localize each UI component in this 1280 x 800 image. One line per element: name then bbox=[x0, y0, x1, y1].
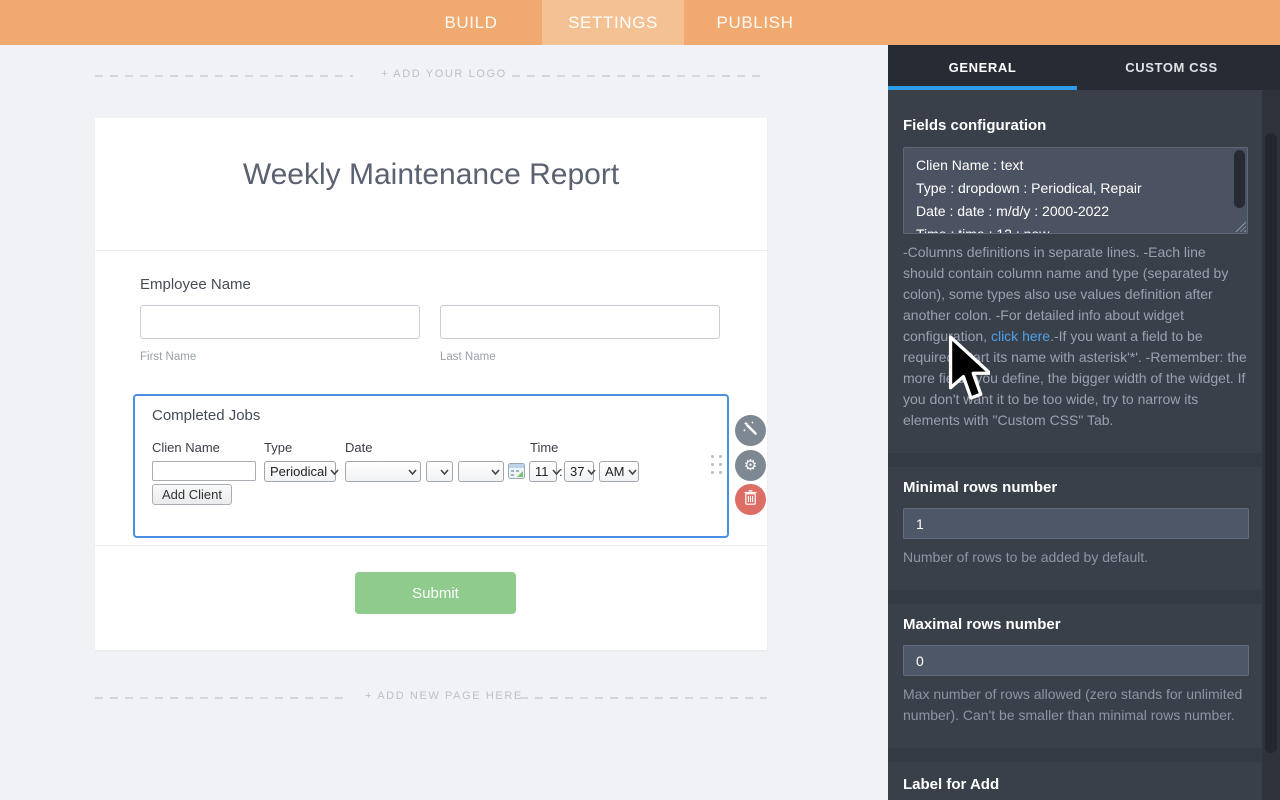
submit-button[interactable]: Submit bbox=[355, 572, 516, 614]
form-title[interactable]: Weekly Maintenance Report bbox=[95, 158, 767, 192]
tab-build[interactable]: BUILD bbox=[400, 0, 542, 45]
minimal-rows-heading: Minimal rows number bbox=[903, 479, 1250, 496]
top-tabs: BUILD SETTINGS PUBLISH bbox=[400, 0, 826, 45]
type-select[interactable]: Periodical bbox=[264, 461, 336, 482]
tab-general[interactable]: GENERAL bbox=[888, 45, 1077, 90]
column-label-type: Type bbox=[264, 440, 292, 455]
fields-configuration-textarea[interactable]: Clien Name : text Type : dropdown : Peri… bbox=[903, 147, 1248, 234]
maximal-rows-help: Max number of rows allowed (zero stands … bbox=[903, 684, 1250, 726]
date-month-select[interactable] bbox=[345, 461, 421, 482]
maximal-rows-section: Maximal rows number Max number of rows a… bbox=[888, 604, 1262, 748]
calendar-icon[interactable] bbox=[508, 463, 525, 479]
completed-jobs-widget[interactable]: Completed Jobs Clien Name Type Date Time… bbox=[133, 394, 729, 538]
tab-publish[interactable]: PUBLISH bbox=[684, 0, 826, 45]
first-name-sublabel: First Name bbox=[140, 351, 196, 363]
form-card: Weekly Maintenance Report Employee Name … bbox=[95, 118, 767, 650]
chevron-down-icon bbox=[330, 469, 339, 475]
add-new-page-button[interactable]: + ADD NEW PAGE HERE bbox=[0, 690, 888, 702]
panel-body: Fields configuration Clien Name : text T… bbox=[888, 90, 1262, 800]
time-ampm-value: AM bbox=[605, 464, 625, 479]
column-label-date: Date bbox=[345, 440, 372, 455]
trash-icon bbox=[744, 490, 757, 510]
add-logo-button[interactable]: + ADD YOUR LOGO bbox=[0, 68, 888, 80]
add-client-button[interactable]: Add Client bbox=[152, 484, 232, 505]
panel-scrollbar-thumb[interactable] bbox=[1265, 133, 1277, 753]
gear-icon: ⚙ bbox=[744, 458, 757, 473]
widget-settings-panel: GENERAL CUSTOM CSS Fields configuration … bbox=[888, 45, 1280, 800]
last-name-input[interactable] bbox=[440, 305, 720, 339]
time-minute-value: 37 bbox=[570, 464, 584, 479]
employee-name-label: Employee Name bbox=[140, 276, 251, 293]
minimal-rows-input[interactable] bbox=[903, 508, 1249, 539]
magic-wand-icon bbox=[742, 420, 759, 442]
time-hour-select[interactable]: 11 bbox=[529, 461, 557, 482]
textarea-scrollbar-thumb[interactable] bbox=[1234, 150, 1245, 208]
tab-custom-css[interactable]: CUSTOM CSS bbox=[1077, 45, 1266, 90]
type-select-value: Periodical bbox=[270, 464, 327, 479]
first-name-input[interactable] bbox=[140, 305, 420, 339]
click-here-link[interactable]: click here bbox=[991, 328, 1050, 344]
app-window: BUILD SETTINGS PUBLISH + ADD YOUR LOGO W… bbox=[0, 0, 1280, 800]
delete-widget-button[interactable] bbox=[735, 484, 766, 515]
column-label-client: Clien Name bbox=[152, 440, 220, 455]
fields-configuration-section: Fields configuration Clien Name : text T… bbox=[888, 90, 1262, 453]
time-ampm-select[interactable]: AM bbox=[599, 461, 639, 482]
chevron-down-icon bbox=[440, 469, 449, 475]
wand-button[interactable] bbox=[735, 415, 766, 446]
label-for-add-section: Label for Add bbox=[888, 762, 1262, 800]
form-canvas: + ADD YOUR LOGO Weekly Maintenance Repor… bbox=[0, 45, 888, 800]
minimal-rows-section: Minimal rows number Number of rows to be… bbox=[888, 467, 1262, 590]
maximal-rows-input[interactable] bbox=[903, 645, 1249, 676]
chevron-down-icon bbox=[408, 469, 417, 475]
widget-label: Completed Jobs bbox=[152, 407, 260, 424]
client-name-input[interactable] bbox=[152, 461, 256, 481]
maximal-rows-heading: Maximal rows number bbox=[903, 616, 1250, 633]
last-name-sublabel: Last Name bbox=[440, 351, 496, 363]
fields-textarea-wrap: Clien Name : text Type : dropdown : Peri… bbox=[903, 147, 1248, 234]
date-year-select[interactable] bbox=[458, 461, 504, 482]
widget-settings-button[interactable]: ⚙ bbox=[735, 450, 766, 481]
section-divider bbox=[95, 250, 767, 251]
time-colon: : bbox=[559, 464, 563, 479]
column-label-time: Time bbox=[530, 440, 558, 455]
date-day-select[interactable] bbox=[426, 461, 453, 482]
drag-handle[interactable] bbox=[711, 455, 722, 474]
minimal-rows-help: Number of rows to be added by default. bbox=[903, 547, 1250, 568]
fields-configuration-heading: Fields configuration bbox=[903, 117, 1250, 134]
top-navigation-bar: BUILD SETTINGS PUBLISH bbox=[0, 0, 1280, 45]
time-hour-value: 11 bbox=[535, 464, 549, 479]
chevron-down-icon bbox=[628, 469, 637, 475]
fields-configuration-description: -Columns definitions in separate lines. … bbox=[903, 242, 1250, 431]
chevron-down-icon bbox=[491, 469, 500, 475]
time-minute-select[interactable]: 37 bbox=[564, 461, 594, 482]
tab-settings[interactable]: SETTINGS bbox=[542, 0, 684, 45]
label-for-add-heading: Label for Add bbox=[903, 776, 1250, 793]
panel-tab-bar: GENERAL CUSTOM CSS bbox=[888, 45, 1280, 90]
section-divider bbox=[95, 545, 767, 546]
panel-scrollbar-track[interactable] bbox=[1262, 90, 1280, 800]
chevron-down-icon bbox=[587, 469, 596, 475]
